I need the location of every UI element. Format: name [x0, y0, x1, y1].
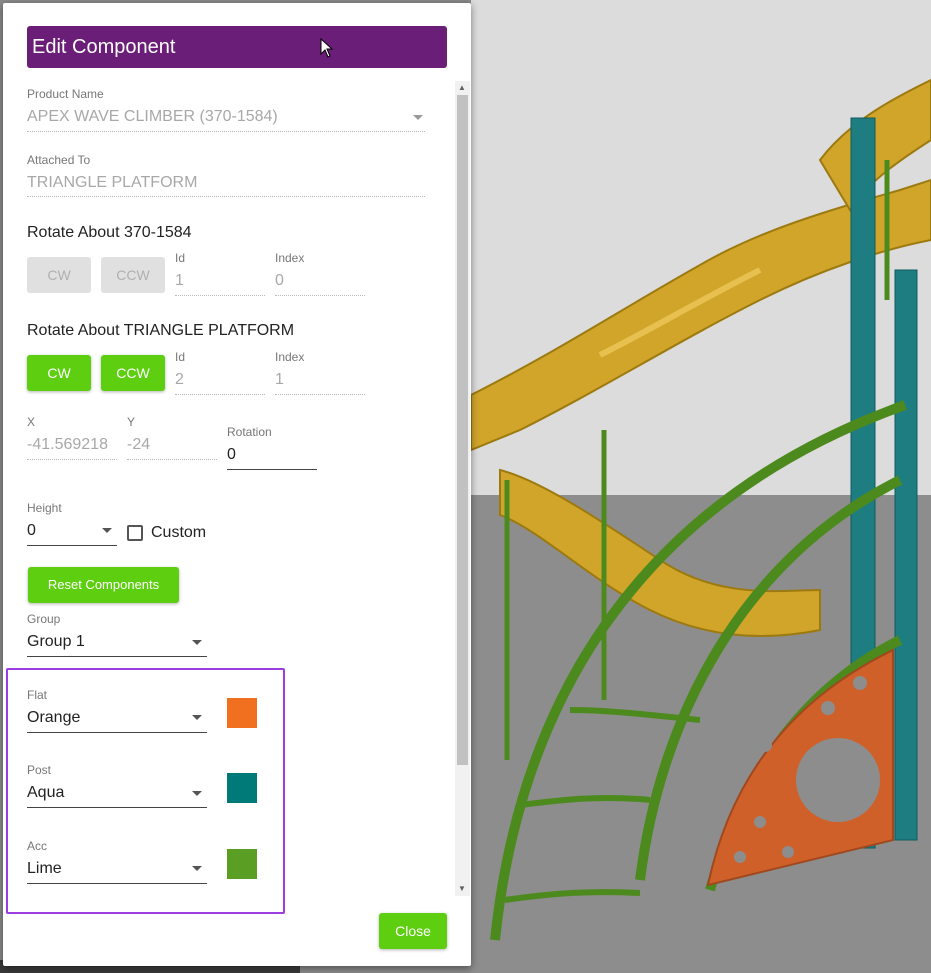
custom-checkbox[interactable]: [127, 525, 143, 541]
scroll-down-icon[interactable]: ▼: [458, 884, 466, 894]
rotation-input[interactable]: 0: [227, 446, 236, 464]
rotate-self-index-underline: [275, 295, 365, 296]
acc-label: Acc: [27, 839, 48, 853]
rotation-underline: [227, 469, 317, 470]
cursor-icon: [320, 38, 334, 58]
rotate-parent-cw-button[interactable]: CW: [27, 355, 91, 391]
rotate-self-cw-button[interactable]: CW: [27, 257, 91, 293]
rotate-parent-index-label: Index: [275, 350, 305, 364]
post-underline: [27, 807, 207, 808]
chevron-down-icon[interactable]: [192, 640, 202, 645]
rotate-self-index-value: 0: [275, 272, 284, 289]
chevron-down-icon[interactable]: [192, 715, 202, 720]
group-select[interactable]: Group 1: [27, 633, 85, 651]
rotate-parent-index-value: 1: [275, 371, 284, 388]
reset-components-button[interactable]: Reset Components: [28, 567, 179, 603]
acc-color-swatch[interactable]: [227, 849, 257, 879]
rotate-parent-ccw-button[interactable]: CCW: [101, 355, 165, 391]
flat-label: Flat: [27, 688, 48, 702]
post-label: Post: [27, 763, 52, 777]
rotate-self-id-underline: [175, 295, 265, 296]
scrollbar[interactable]: ▲ ▼: [455, 81, 470, 896]
y-label: Y: [127, 415, 136, 429]
post-color-swatch[interactable]: [227, 773, 257, 803]
scrollbar-thumb[interactable]: [457, 95, 468, 765]
group-label: Group: [27, 612, 61, 626]
product-name-underline: [27, 131, 425, 132]
edit-component-dialog: Edit Component Product Name APEX WAVE CL…: [3, 3, 471, 966]
x-underline: [27, 459, 117, 460]
rotate-parent-id-value: 2: [175, 371, 184, 388]
post-select[interactable]: Aqua: [27, 784, 64, 802]
y-value: -24: [127, 436, 151, 453]
x-label: X: [27, 415, 36, 429]
rotate-self-id-label: Id: [175, 251, 186, 265]
x-value: -41.569218: [27, 436, 108, 453]
flat-color-swatch[interactable]: [227, 698, 257, 728]
rotate-self-id-value: 1: [175, 272, 184, 289]
close-button[interactable]: Close: [379, 913, 447, 949]
rotate-self-ccw-button[interactable]: CCW: [101, 257, 165, 293]
rotate-self-index-label: Index: [275, 251, 305, 265]
dialog-title: Edit Component: [27, 26, 447, 68]
chevron-down-icon[interactable]: [192, 866, 202, 871]
group-underline: [27, 656, 207, 657]
rotate-parent-id-label: Id: [175, 350, 186, 364]
chevron-down-icon: [413, 115, 423, 120]
acc-underline: [27, 883, 207, 884]
custom-label: Custom: [151, 524, 207, 541]
chevron-down-icon[interactable]: [102, 528, 112, 533]
chevron-down-icon[interactable]: [192, 791, 202, 796]
rotate-parent-heading: Rotate About TRIANGLE PLATFORM: [27, 322, 295, 339]
product-name-label: Product Name: [27, 87, 104, 101]
rotation-label: Rotation: [227, 425, 272, 439]
flat-underline: [27, 732, 207, 733]
product-name-value: APEX WAVE CLIMBER (370-1584): [27, 108, 278, 125]
flat-select[interactable]: Orange: [27, 709, 80, 727]
height-select[interactable]: 0: [27, 522, 36, 540]
attached-to-label: Attached To: [27, 153, 91, 167]
attached-to-underline: [27, 196, 425, 197]
attached-to-value: TRIANGLE PLATFORM: [27, 174, 198, 191]
height-underline: [27, 545, 117, 546]
scroll-up-icon[interactable]: ▲: [458, 83, 466, 93]
rotate-parent-index-underline: [275, 394, 365, 395]
rotate-parent-id-underline: [175, 394, 265, 395]
acc-select[interactable]: Lime: [27, 860, 62, 878]
rotate-self-heading: Rotate About 370-1584: [27, 224, 192, 241]
height-label: Height: [27, 501, 62, 515]
y-underline: [127, 459, 217, 460]
